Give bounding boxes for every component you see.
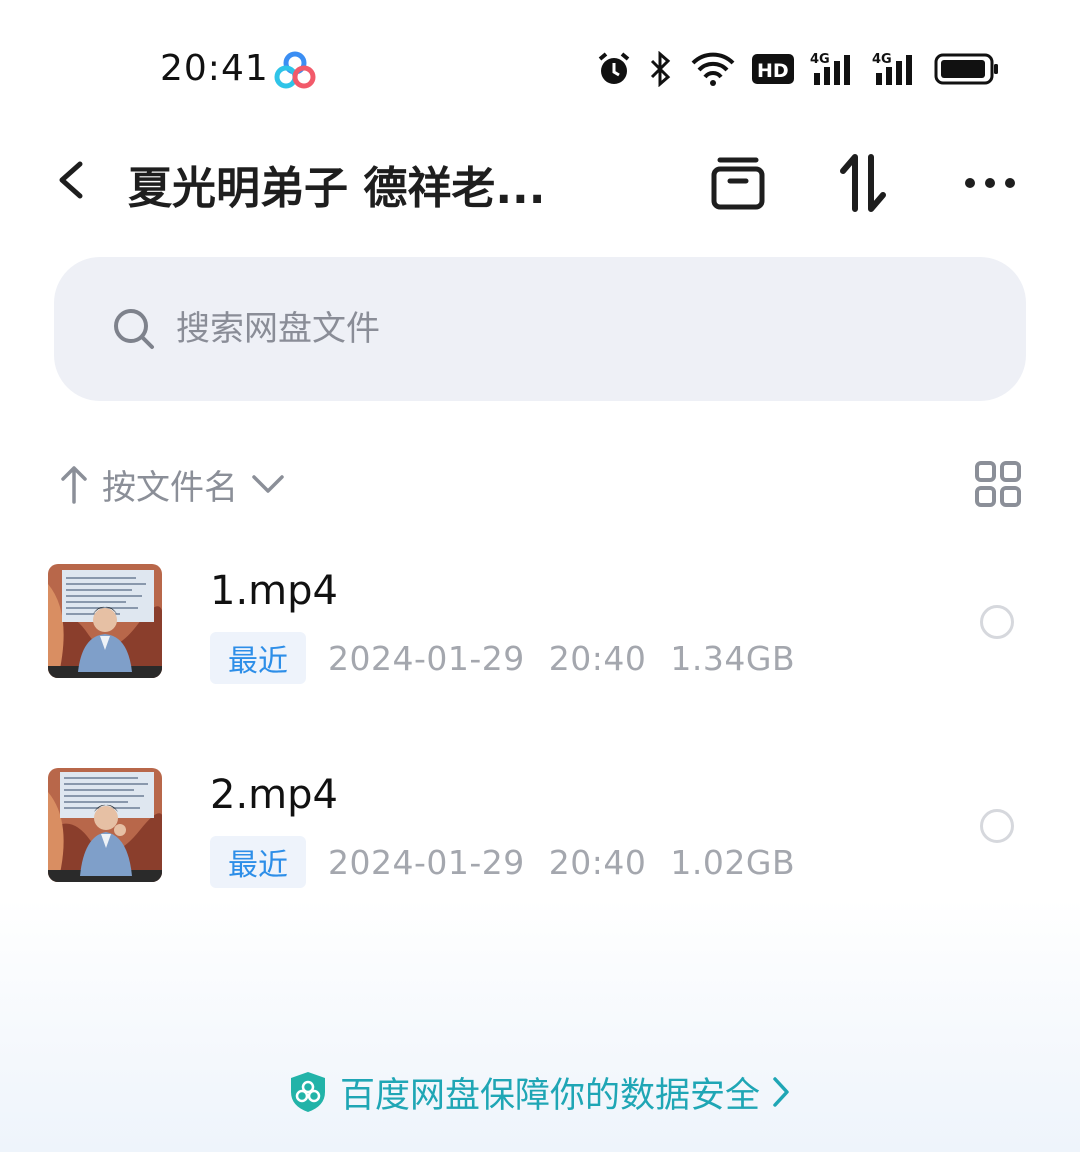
signal-4g-icon: 4G: [872, 51, 918, 87]
recent-badge: 最近: [210, 632, 306, 684]
back-button[interactable]: [50, 158, 94, 202]
file-time: 20:40: [548, 638, 647, 678]
file-list-item[interactable]: 1.mp4 最近 2024-01-29 20:40 1.34GB: [48, 564, 1028, 684]
status-bar: 20:41 HD 4G 4G: [0, 0, 1080, 130]
file-meta: 最近 2024-01-29 20:40 1.34GB: [210, 632, 819, 684]
select-checkbox[interactable]: [980, 809, 1014, 843]
security-banner[interactable]: 百度网盘保障你的数据安全: [0, 1066, 1080, 1118]
search-icon: [114, 309, 154, 349]
archive-icon: [711, 157, 765, 210]
file-date: 2024-01-29: [328, 638, 525, 678]
chevron-down-icon: [252, 475, 284, 493]
file-list-item[interactable]: 2.mp4 最近 2024-01-29 20:40 1.02GB: [48, 768, 1028, 888]
sort-row: 按文件名: [60, 456, 1024, 512]
video-thumbnail: [48, 564, 162, 678]
file-name: 1.mp4: [210, 568, 338, 614]
file-meta: 最近 2024-01-29 20:40 1.02GB: [210, 836, 819, 888]
file-size: 1.02GB: [670, 842, 796, 882]
page-title: 夏光明弟子 德祥老...: [128, 163, 546, 214]
svg-text:4G: 4G: [810, 52, 830, 67]
header-bar: 夏光明弟子 德祥老...: [0, 140, 1080, 230]
transfer-icon: [840, 154, 886, 212]
svg-text:4G: 4G: [872, 52, 892, 67]
sort-label: 按文件名: [102, 467, 238, 508]
hd-icon: HD: [752, 54, 794, 84]
shield-icon: [290, 1072, 325, 1112]
arrow-up-icon: [61, 466, 87, 504]
more-icon: [965, 178, 1015, 188]
battery-icon: [934, 53, 1000, 85]
file-name: 2.mp4: [210, 772, 338, 818]
bluetooth-icon: [648, 51, 674, 87]
file-date: 2024-01-29: [328, 842, 525, 882]
wifi-icon: [690, 51, 736, 87]
archive-button[interactable]: [703, 148, 773, 218]
alarm-icon: [596, 51, 632, 87]
chevron-right-icon: [773, 1077, 789, 1107]
grid-view-icon: [975, 461, 1021, 507]
signal-4g-icon: 4G: [810, 51, 856, 87]
grid-view-button[interactable]: [974, 460, 1022, 508]
search-input[interactable]: [176, 309, 876, 349]
search-bar[interactable]: [54, 257, 1026, 401]
status-time: 20:41: [160, 48, 269, 89]
more-button[interactable]: [955, 148, 1025, 218]
recent-badge: 最近: [210, 836, 306, 888]
transfer-button[interactable]: [828, 148, 898, 218]
video-thumbnail: [48, 768, 162, 882]
select-checkbox[interactable]: [980, 605, 1014, 639]
file-time: 20:40: [548, 842, 647, 882]
chevron-left-icon: [59, 161, 83, 199]
file-size: 1.34GB: [670, 638, 796, 678]
baidu-netdisk-icon: [274, 51, 316, 89]
sort-button[interactable]: 按文件名: [60, 456, 286, 512]
svg-text:HD: HD: [757, 60, 789, 82]
security-text: 百度网盘保障你的数据安全: [339, 1075, 760, 1116]
